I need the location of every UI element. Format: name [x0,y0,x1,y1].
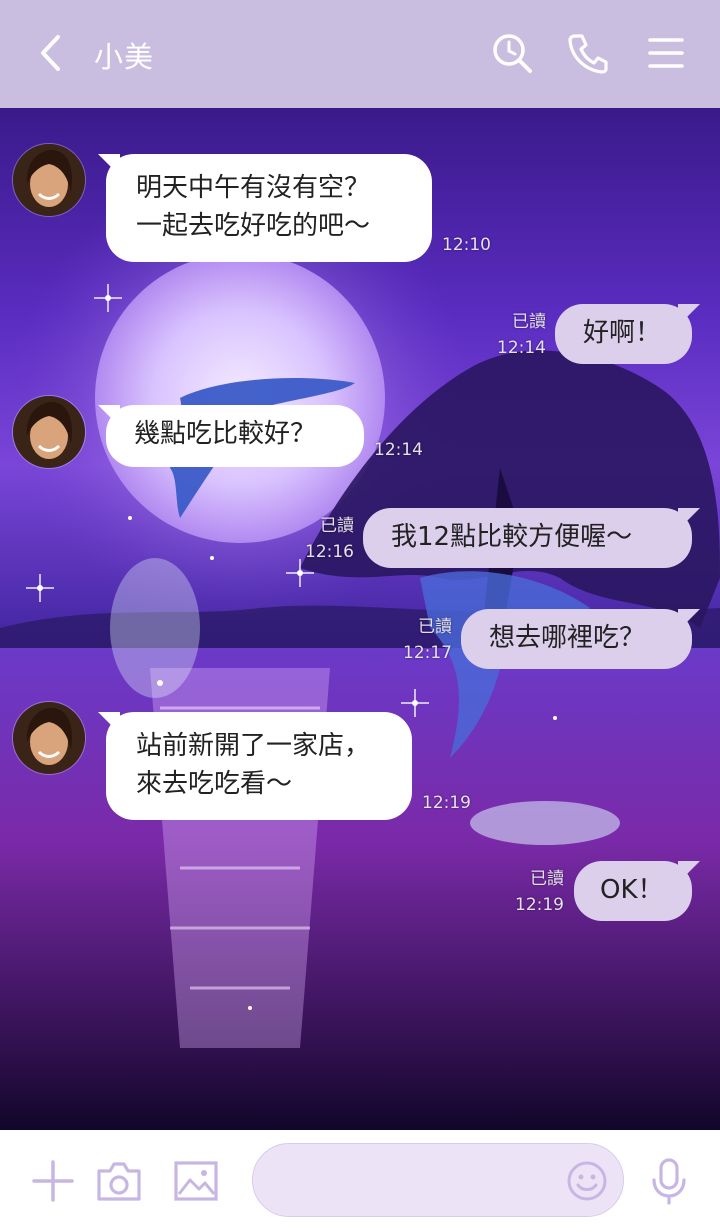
message-bubble-outgoing[interactable]: 想去哪裡吃？ [461,609,700,669]
read-receipt: 已讀 12:17 [396,614,452,666]
chat-header: 小美 [0,0,720,108]
message-time: 12:17 [403,643,452,663]
read-label: 已讀 [512,312,546,332]
back-chevron-icon[interactable] [30,31,74,75]
image-icon[interactable] [171,1156,221,1206]
message-bubble-incoming[interactable]: 站前新開了一家店， 來去吃吃看～ [98,712,412,820]
message-time: 12:14 [374,440,423,460]
avatar-photo [13,144,85,216]
message-bubble-outgoing[interactable]: 我12點比較方便喔～ [363,508,700,568]
avatar-photo [13,396,85,468]
read-receipt: 已讀 12:16 [298,513,354,565]
message-time: 12:19 [515,895,564,915]
plus-icon[interactable] [28,1156,78,1206]
emoji-icon[interactable] [562,1156,612,1206]
message-time: 12:19 [422,793,471,813]
contact-avatar[interactable] [12,701,86,775]
message-bubble-incoming[interactable]: 明天中午有沒有空？ 一起去吃好吃的吧～ [98,154,432,262]
read-receipt: 已讀 12:14 [490,309,546,361]
message-time: 12:10 [442,235,491,255]
message-time: 12:14 [497,338,546,358]
camera-icon[interactable] [94,1156,144,1206]
message-time: 12:16 [305,542,354,562]
microphone-icon[interactable] [644,1156,694,1206]
phone-icon[interactable] [566,31,610,75]
search-icon[interactable] [490,31,534,75]
read-receipt: 已讀 12:19 [508,866,564,918]
read-label: 已讀 [418,617,452,637]
read-label: 已讀 [530,869,564,889]
message-bubble-outgoing[interactable]: 好啊！ [555,304,700,364]
chat-title: 小美 [94,40,155,74]
message-bubble-outgoing[interactable]: OK！ [574,861,700,921]
message-bubble-incoming[interactable]: 幾點吃比較好？ [98,405,364,467]
menu-icon[interactable] [644,31,688,75]
contact-avatar[interactable] [12,395,86,469]
avatar-photo [13,702,85,774]
contact-avatar[interactable] [12,143,86,217]
read-label: 已讀 [320,516,354,536]
